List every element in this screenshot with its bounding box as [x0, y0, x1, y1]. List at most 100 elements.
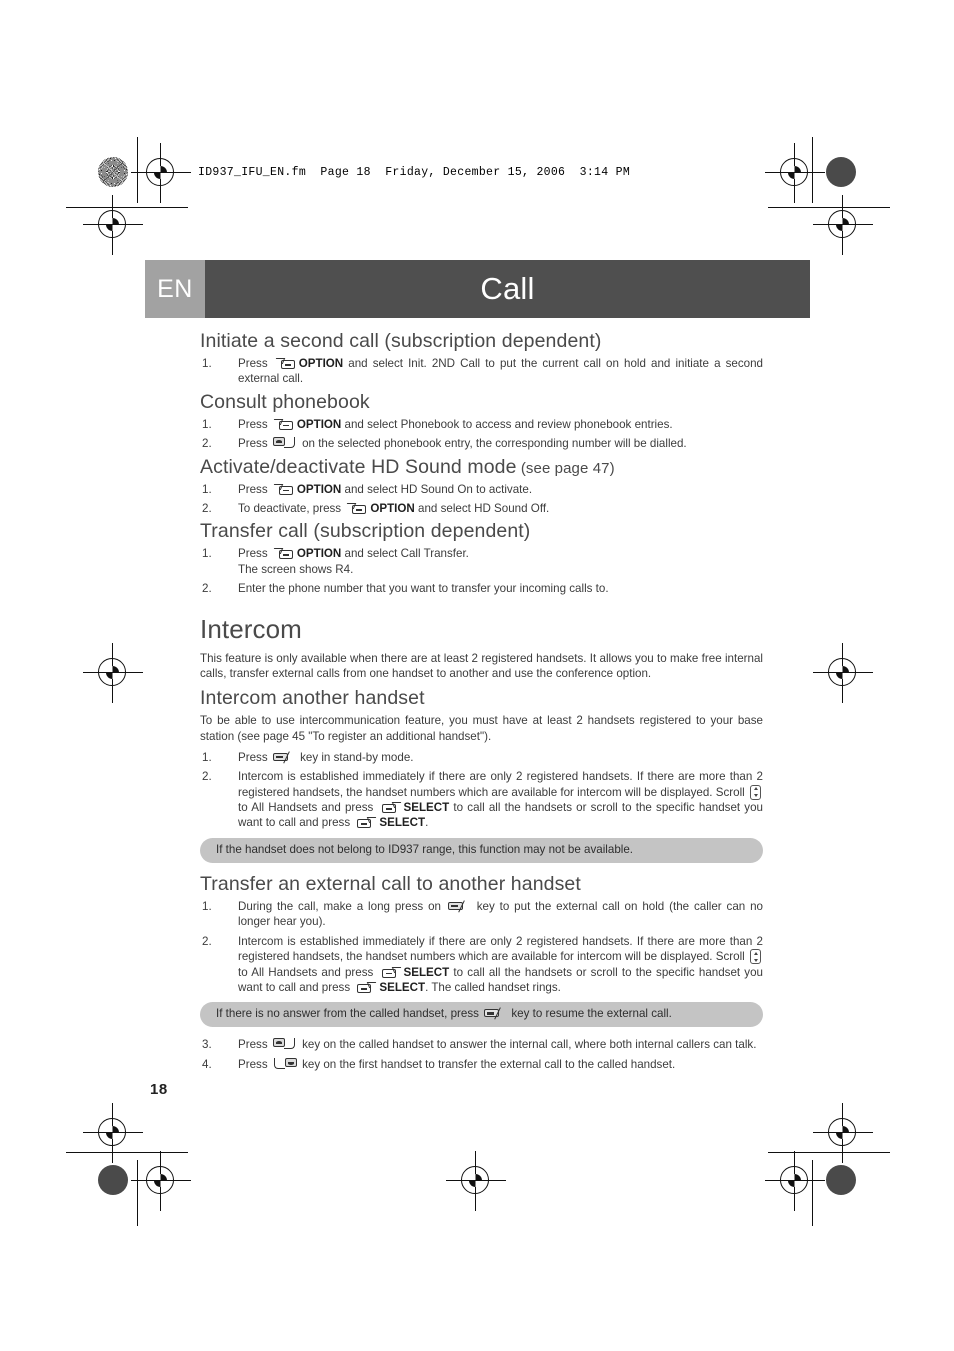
intercom-key-icon — [272, 751, 295, 764]
step-item: 1. During the call, make a long press on … — [200, 899, 763, 930]
step-item: 1. Press OPTION and select Init. 2ND Call… — [200, 356, 763, 387]
registration-target-lower-left — [83, 1103, 143, 1163]
step-number: 2. — [202, 502, 212, 516]
section-heading: Consult phonebook — [200, 390, 370, 413]
text-run: If there is no answer from the called ha… — [216, 1007, 483, 1021]
text-run: key on the called handset to answer the … — [298, 1038, 757, 1052]
intercom-intro: This feature is only available when ther… — [200, 651, 763, 680]
step-number: 1. — [202, 547, 212, 561]
step-item: 2. Intercom is established immediately if… — [200, 769, 763, 831]
step-item: 4. Press key on the first handset to tran… — [200, 1057, 763, 1072]
step-number: 2. — [202, 437, 212, 451]
density-patch-bottom-left — [98, 1165, 128, 1195]
step-list: 1. Press key in stand-by mode. 2. Intercom … — [200, 750, 763, 831]
softkey-left-icon — [345, 502, 368, 515]
step-item: 1. Press OPTION and select Phonebook to a… — [200, 417, 763, 432]
page-number: 18 — [150, 1081, 168, 1099]
crop-rule-top-right-vertical — [812, 137, 813, 203]
step-number: 1. — [202, 417, 212, 431]
document-page: EN Call Initiate a second call (subscrip… — [145, 260, 810, 1098]
step-list: 1. Press OPTION and select Call Transfer.… — [200, 546, 763, 596]
text-run: Press — [238, 417, 271, 431]
density-patch-top-left — [98, 157, 128, 187]
crop-rule-upper-right-horizontal — [768, 207, 890, 208]
text-run: During the call, make a long press on — [238, 899, 446, 913]
talk-key-icon — [272, 1037, 297, 1051]
step-item: 2. Intercom is established immediately if… — [200, 934, 763, 996]
subsection-heading: Transfer an external call to another han… — [200, 872, 581, 895]
text-run: The screen shows R4. — [238, 562, 354, 576]
step-number: 1. — [202, 482, 212, 496]
text-run: key in stand-by mode. — [296, 750, 414, 764]
softkey-left-icon — [271, 418, 295, 431]
section-heading-note: (see page 47) — [516, 459, 615, 477]
crop-rule-bottom-left-vertical — [137, 1160, 138, 1226]
step-list: 1. Press OPTION and select Phonebook to a… — [200, 417, 763, 452]
subsection-heading: Intercom another handset — [200, 687, 425, 710]
step-item: 2. Enter the phone number that you want t… — [200, 581, 763, 596]
crop-rule-bottom-right-vertical — [812, 1160, 813, 1226]
softkey-right-icon — [380, 966, 403, 979]
key-label: SELECT — [379, 816, 426, 830]
intercom-key-icon — [447, 900, 470, 913]
text-run: Press — [238, 1057, 271, 1071]
intercom-heading: Intercom — [200, 613, 302, 644]
talk-key-icon — [272, 436, 297, 450]
step-list: 1. Press OPTION and select Init. 2ND Call… — [200, 356, 763, 387]
step-item: 1. Press OPTION and select HD Sound On to… — [200, 482, 763, 497]
section-heading: Activate/deactivate HD Sound mode (see p… — [200, 455, 615, 478]
text-run: If the handset does not belong to ID937 … — [216, 842, 634, 856]
subsections-container: Intercom another handset To be able to us… — [200, 687, 763, 1072]
step-list: 3. Press key on the called handset to ans… — [200, 1037, 763, 1072]
text-run: Press — [238, 1038, 271, 1052]
crop-rule-top-left-vertical — [137, 137, 138, 203]
text-run: Intercom is established immediately if t… — [238, 934, 763, 964]
step-list: 1. Press OPTION and select HD Sound On to… — [200, 482, 763, 517]
language-tab: EN — [145, 260, 205, 318]
text-run: Press — [238, 482, 271, 496]
crop-rule-upper-left-horizontal — [66, 207, 188, 208]
chapter-title: Call — [205, 260, 810, 318]
text-run: and select Phonebook to access and revie… — [341, 417, 673, 431]
registration-target-top-right — [765, 143, 825, 203]
text-run: To deactivate, press — [238, 502, 345, 516]
step-item: 1. Press key in stand-by mode. — [200, 750, 763, 765]
print-file-header: ID937_IFU_EN.fm Page 18 Friday, December… — [198, 166, 631, 179]
density-patch-bottom-right — [826, 1165, 856, 1195]
step-item: 2. To deactivate, press OPTION and select… — [200, 501, 763, 516]
step-list: 1. During the call, make a long press on … — [200, 899, 763, 995]
softkey-left-icon — [271, 483, 295, 496]
scroll-key-icon — [750, 784, 761, 800]
registration-target-middle-left — [83, 643, 143, 703]
registration-target-top-left — [131, 143, 191, 203]
scroll-key-icon — [750, 949, 761, 965]
key-label: OPTION — [370, 502, 415, 516]
step-number: 4. — [202, 1057, 212, 1071]
softkey-right-icon — [355, 981, 379, 994]
text-run: key to resume the external call. — [508, 1007, 672, 1021]
section-heading: Transfer call (subscription dependent) — [200, 520, 531, 543]
text-run: and select HD Sound On to activate. — [341, 482, 533, 496]
text-run: . — [425, 816, 429, 830]
registration-target-middle-right — [813, 643, 873, 703]
registration-target-lower-right — [813, 1103, 873, 1163]
registration-target-bottom-right — [765, 1151, 825, 1211]
crop-rule-lower-right-horizontal — [768, 1152, 890, 1153]
step-item: 3. Press key on the called handset to ans… — [200, 1037, 763, 1052]
chapter-titlebar: EN Call — [145, 260, 810, 318]
text-run: Press — [238, 357, 273, 370]
step-number: 2. — [202, 582, 212, 596]
step-number: 1. — [202, 357, 212, 370]
registration-target-bottom-center — [446, 1151, 506, 1211]
step-item: 2. Press on the selected phonebook entry,… — [200, 436, 763, 451]
step-number: 2. — [202, 770, 212, 784]
text-run: Press — [238, 547, 271, 561]
subsection-intro: To be able to use intercommunication fea… — [200, 714, 763, 743]
text-run: and select Call Transfer. — [341, 547, 469, 561]
text-run: Press — [238, 437, 271, 451]
text-run: to All Handsets and press — [238, 965, 378, 979]
text-run: and select HD Sound Off. — [414, 502, 550, 516]
text-run: . The called handset rings. — [425, 980, 561, 994]
registration-target-upper-left — [83, 195, 143, 255]
intercom-key-icon — [484, 1007, 506, 1020]
